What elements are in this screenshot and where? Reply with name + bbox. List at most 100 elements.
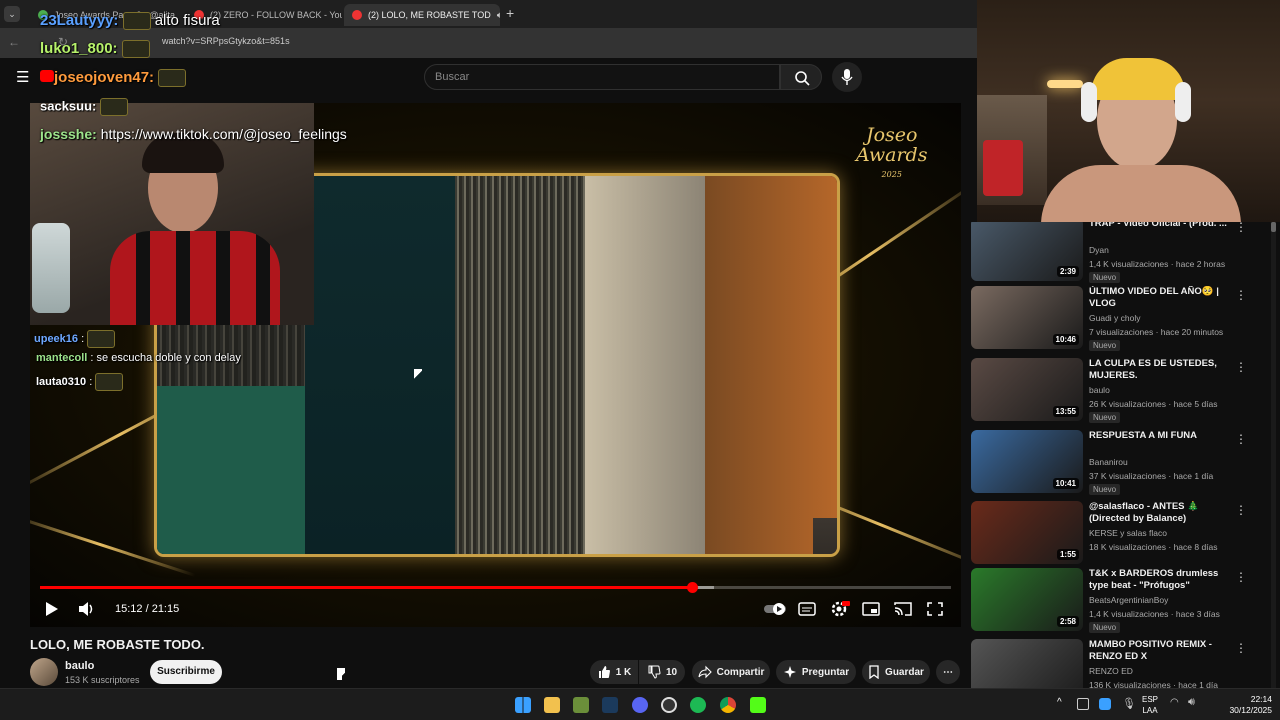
menu-icon[interactable]: ☰ bbox=[16, 68, 29, 86]
discord-icon[interactable] bbox=[632, 697, 648, 713]
video-thumbnail[interactable]: 10:41 bbox=[971, 430, 1083, 493]
video-title[interactable]: LA CULPA ES DE USTEDES, MUJERES. bbox=[1089, 358, 1231, 382]
share-button[interactable]: Compartir bbox=[692, 660, 770, 684]
video-title[interactable]: ÚLTIMO VIDEO DEL AÑO🥺 | VLOG bbox=[1089, 286, 1231, 310]
channel-name[interactable]: Guadi y choly bbox=[1089, 313, 1141, 323]
obs-icon[interactable] bbox=[661, 697, 677, 713]
system-clock[interactable]: 22:14 30/12/2025 bbox=[1224, 694, 1272, 716]
microphone-tray-icon[interactable]: 🎙︎ bbox=[1122, 697, 1136, 710]
recommended-video[interactable]: 1:55 @salasflaco - ANTES 🎄 (Directed by B… bbox=[971, 501, 1271, 567]
new-tab-button[interactable]: + bbox=[506, 5, 514, 21]
more-actions-button[interactable]: ⋯ bbox=[936, 660, 960, 684]
file-explorer-icon[interactable] bbox=[544, 697, 560, 713]
video-title[interactable]: T&K x BARDEROS drumless type beat - "Pró… bbox=[1089, 568, 1231, 592]
back-icon[interactable]: ← bbox=[8, 35, 20, 49]
recommended-video[interactable]: 10:46 ÚLTIMO VIDEO DEL AÑO🥺 | VLOG Guadi y… bbox=[971, 286, 1271, 352]
video-meta: 26 K visualizaciones · hace 5 días bbox=[1089, 399, 1218, 409]
autoplay-icon bbox=[764, 603, 786, 615]
more-vertical-icon[interactable]: ⋮ bbox=[1235, 432, 1247, 446]
voice-search-button[interactable] bbox=[832, 62, 862, 92]
recommended-video[interactable]: 10:41 RESPUESTA A MI FUNA Bananirou 37 K vi… bbox=[971, 430, 1271, 496]
network-icon[interactable] bbox=[1077, 698, 1089, 710]
audio-playing-icon[interactable]: 🔊︎ bbox=[497, 10, 500, 21]
channel-name[interactable]: BeatsArgentinianBoy bbox=[1089, 595, 1168, 605]
minecraft-icon[interactable] bbox=[573, 697, 589, 713]
save-button[interactable]: Guardar bbox=[862, 660, 930, 684]
spotify-icon[interactable] bbox=[690, 697, 706, 713]
progress-scrubber[interactable] bbox=[686, 582, 698, 593]
tab-list-button[interactable]: ⌄ bbox=[4, 6, 20, 22]
ask-button[interactable]: Preguntar bbox=[776, 660, 856, 684]
channel-avatar[interactable] bbox=[30, 658, 58, 686]
dislike-button[interactable]: 10 bbox=[639, 660, 685, 684]
more-vertical-icon[interactable]: ⋮ bbox=[1235, 222, 1247, 234]
channel-name[interactable]: baulo bbox=[1089, 385, 1110, 395]
volume-button[interactable] bbox=[76, 599, 98, 619]
settings-button[interactable] bbox=[828, 599, 850, 619]
more-vertical-icon[interactable]: ⋮ bbox=[1235, 641, 1247, 655]
clock-time: 22:14 bbox=[1250, 694, 1272, 704]
sidebar-scrollbar[interactable] bbox=[1271, 222, 1276, 688]
kick-icon[interactable] bbox=[750, 697, 766, 713]
video-title[interactable]: TRAP - Video Oficial - (Prod. ... bbox=[1089, 222, 1231, 230]
channel-name[interactable]: baulo bbox=[65, 660, 94, 672]
fullscreen-button[interactable] bbox=[924, 599, 946, 619]
speaker-icon[interactable]: 🔊︎ bbox=[1188, 696, 1195, 709]
video-thumbnail[interactable]: 2:58 bbox=[971, 568, 1083, 631]
cast-button[interactable] bbox=[892, 599, 914, 619]
more-vertical-icon[interactable]: ⋮ bbox=[1235, 360, 1247, 374]
youtube-logo-icon[interactable] bbox=[40, 70, 54, 82]
dark-wall bbox=[305, 176, 455, 554]
subtitles-button[interactable] bbox=[796, 599, 818, 619]
recommended-video[interactable]: 2:39 TRAP - Video Oficial - (Prod. ... Dya… bbox=[971, 222, 1271, 284]
recommended-video[interactable]: MAMBO POSITIVO REMIX - RENZO ED X BENJIT… bbox=[971, 639, 1271, 688]
more-vertical-icon[interactable]: ⋮ bbox=[1235, 570, 1247, 584]
channel-name[interactable]: KERSE y salas flaco bbox=[1089, 528, 1167, 538]
video-title[interactable]: @salasflaco - ANTES 🎄 (Directed by Balan… bbox=[1089, 501, 1231, 525]
video-thumbnail[interactable]: 13:55 bbox=[971, 358, 1083, 421]
miniplayer-button[interactable] bbox=[860, 599, 882, 619]
subscribe-button[interactable]: Suscribirme bbox=[150, 660, 222, 684]
channel-name[interactable]: RENZO ED bbox=[1089, 666, 1133, 676]
more-vertical-icon[interactable]: ⋮ bbox=[1235, 288, 1247, 302]
windows-taskbar: ^ 🎙︎ ESP LAA ◠ 🔊︎ 22:14 30/12/2025 bbox=[0, 688, 1280, 720]
wooden-door bbox=[705, 176, 837, 554]
autoplay-toggle[interactable] bbox=[762, 599, 790, 619]
more-vertical-icon[interactable]: ⋮ bbox=[1235, 503, 1247, 517]
search-input[interactable]: Buscar bbox=[424, 64, 780, 90]
video-thumbnail[interactable]: 10:46 bbox=[971, 286, 1083, 349]
chrome-icon[interactable] bbox=[720, 697, 736, 713]
chat-user: luko1_800: bbox=[40, 40, 118, 57]
security-icon[interactable] bbox=[1099, 698, 1111, 710]
channel-name[interactable]: Dyan bbox=[1089, 245, 1109, 255]
video-duration: 2:39 bbox=[1056, 266, 1079, 277]
streamer-webcam bbox=[977, 0, 1280, 222]
video-thumbnail[interactable]: 1:55 bbox=[971, 501, 1083, 564]
video-meta: 37 K visualizaciones · hace 1 día bbox=[1089, 471, 1214, 481]
wifi-icon[interactable]: ◠ bbox=[1170, 697, 1179, 708]
streamer-webcam-inset bbox=[813, 518, 837, 554]
search-button[interactable] bbox=[780, 64, 822, 90]
channel-name[interactable]: Bananirou bbox=[1089, 457, 1128, 467]
video-title[interactable]: MAMBO POSITIVO REMIX - RENZO ED X BENJIT… bbox=[1089, 639, 1231, 663]
time-display: 15:12 / 21:15 bbox=[115, 603, 180, 615]
yellow-cap bbox=[1091, 58, 1185, 100]
play-button[interactable] bbox=[40, 599, 62, 619]
video-thumbnail[interactable] bbox=[971, 639, 1083, 688]
browser-tab-3[interactable]: (2) LOLO, ME ROBASTE TOD 🔊︎ ✕ bbox=[344, 4, 500, 26]
recommended-video[interactable]: 2:58 T&K x BARDEROS drumless type beat - … bbox=[971, 568, 1271, 634]
input-language[interactable]: ESP LAA bbox=[1142, 694, 1158, 716]
recommended-video[interactable]: 13:55 LA CULPA ES DE USTEDES, MUJERES. bau… bbox=[971, 358, 1271, 424]
like-button[interactable]: 1 K bbox=[590, 660, 638, 684]
steam-icon[interactable] bbox=[602, 697, 618, 713]
url-field[interactable]: watch?v=SRPpsGtykzo&t=851s bbox=[162, 36, 290, 46]
video-thumbnail[interactable]: 2:39 bbox=[971, 222, 1083, 281]
video-player[interactable]: Joseo Awards 2025 15:12 / 21:15 bbox=[30, 103, 961, 627]
more-horizontal-icon: ⋯ bbox=[943, 666, 953, 678]
scrollbar-thumb[interactable] bbox=[1271, 222, 1276, 232]
progress-bar[interactable] bbox=[40, 582, 951, 593]
chat-line: upeek16 : bbox=[34, 330, 116, 348]
windows-start-icon[interactable] bbox=[515, 697, 531, 713]
video-title[interactable]: RESPUESTA A MI FUNA bbox=[1089, 430, 1231, 442]
system-tray-expand-icon[interactable]: ^ bbox=[1057, 697, 1062, 708]
